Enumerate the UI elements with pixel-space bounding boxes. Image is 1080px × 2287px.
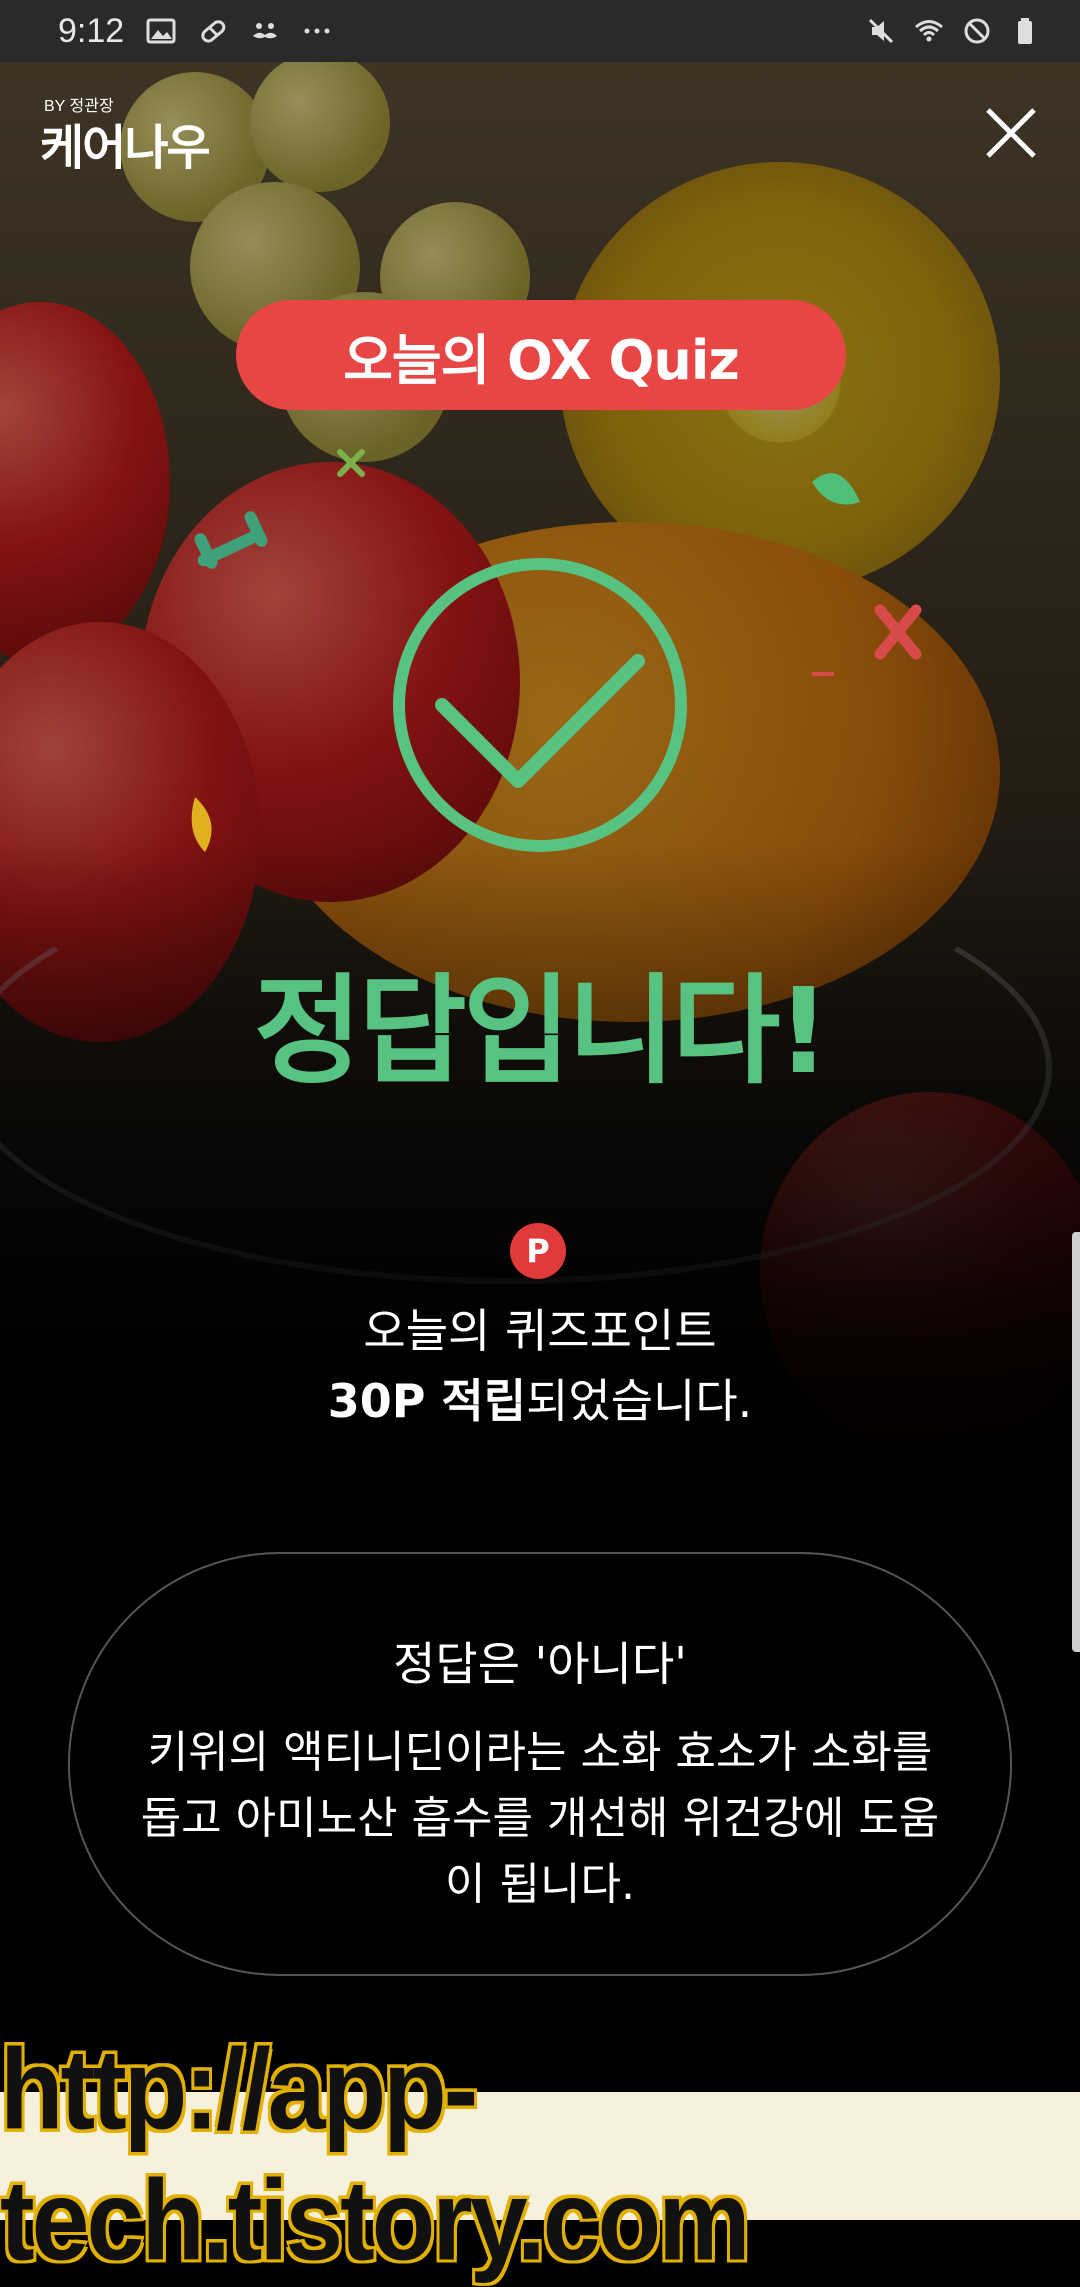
status-bar: 9:12 [0, 0, 1080, 62]
point-badge-icon: P [510, 1223, 566, 1279]
answer-body: 키위의 액티니딘이라는 소화 효소가 소화를 돕고 아미노산 흡수를 개선해 위… [140, 1727, 940, 1910]
leaf-confetti-icon [812, 473, 860, 505]
quiz-title-pill: 오늘의 OX Quiz [236, 300, 846, 410]
point-line-2: 30P 적립되었습니다. [0, 1366, 1080, 1436]
status-bar-left: 9:12 [58, 12, 332, 51]
status-bar-right [866, 16, 1040, 46]
mustache-icon [253, 23, 278, 39]
battery-icon [1018, 18, 1032, 44]
confetti-x-icon [337, 449, 365, 477]
leaf-confetti-icon [191, 797, 212, 852]
watermark-text: http://app-tech.tistory.com [0, 2026, 751, 2285]
point-amount: 30P 적립 [327, 1374, 527, 1428]
point-line-2-rest: 되었습니다. [526, 1374, 753, 1428]
status-time: 9:12 [58, 11, 125, 50]
no-sync-icon [964, 18, 990, 44]
wifi-icon [915, 20, 943, 42]
confetti-x-icon [874, 604, 922, 660]
check-circle-icon [393, 558, 687, 852]
confetti-dash [812, 672, 834, 676]
pill-icon [201, 20, 226, 43]
confetti-bar-icon [194, 511, 268, 569]
answer-title: 정답은 '아니다' [393, 1637, 687, 1691]
watermark-banner: http://app-tech.tistory.com [0, 2026, 1080, 2285]
edge-panel-handle[interactable] [1072, 1232, 1080, 1652]
point-message: 오늘의 퀴즈포인트 30P 적립되었습니다. [0, 1296, 1080, 1436]
point-line-1: 오늘의 퀴즈포인트 [363, 1304, 717, 1358]
more-dots-icon [304, 28, 330, 34]
result-title: 정답입니다! [253, 962, 831, 1100]
mute-icon [868, 18, 894, 44]
image-icon [146, 18, 176, 44]
answer-explanation-box: 정답은 '아니다' 키위의 액티니딘이라는 소화 효소가 소화를 돕고 아미노산… [68, 1552, 1012, 1976]
app-logo: 케어나우 [40, 120, 211, 176]
close-icon[interactable] [980, 102, 1042, 164]
